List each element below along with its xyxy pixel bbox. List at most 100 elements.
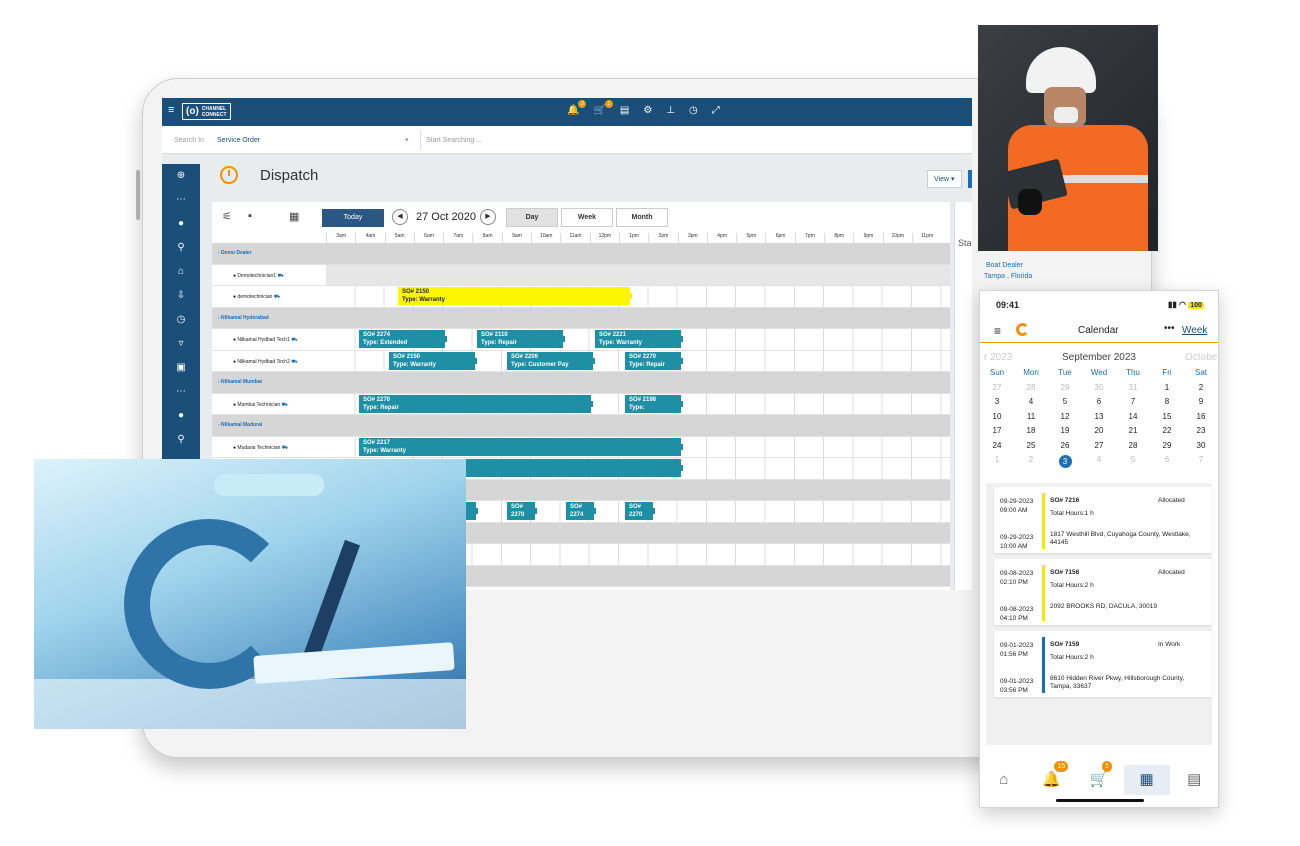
home-icon[interactable]: ⌂: [981, 765, 1027, 795]
calendar-day[interactable]: 6: [1150, 455, 1184, 468]
timeline-grid[interactable]: [326, 264, 950, 285]
inbox-icon[interactable]: ⌂: [162, 260, 200, 284]
more-icon[interactable]: •••: [1164, 323, 1175, 334]
service-order-event[interactable]: SO# 2150 Type: Warranty: [398, 287, 632, 305]
document-icon[interactable]: ▤: [1171, 765, 1217, 795]
calendar-day[interactable]: 17: [980, 426, 1014, 435]
day-view-button[interactable]: Day: [506, 208, 558, 227]
selected-day[interactable]: 3: [1058, 455, 1072, 468]
calendar-day[interactable]: 29: [1150, 441, 1184, 450]
calendar-day[interactable]: 12: [1048, 412, 1082, 421]
expand-icon[interactable]: ⤢: [712, 105, 720, 116]
search-scope-select[interactable]: Service Order: [217, 137, 260, 144]
appointment-card[interactable]: 09-01-2023 01:56 PM 09-01-2023 03:56 PM SO# …: [994, 631, 1212, 697]
calendar-day[interactable]: 29: [1048, 383, 1082, 392]
upload-icon[interactable]: ⊥: [666, 105, 675, 116]
calendar-icon[interactable]: ▦: [1123, 765, 1170, 795]
calendar-day[interactable]: 7: [1184, 455, 1218, 468]
calendar-day[interactable]: 18: [1014, 426, 1048, 435]
next-day-button[interactable]: ▶: [480, 209, 496, 225]
today-button[interactable]: Today: [322, 209, 384, 227]
settings-sliders-icon[interactable]: ⚟: [222, 210, 232, 223]
calendar-day[interactable]: 27: [1082, 441, 1116, 450]
calendar-day[interactable]: 5: [1116, 455, 1150, 468]
prev-day-button[interactable]: ◀: [392, 209, 408, 225]
calendar-day[interactable]: 10: [980, 412, 1014, 421]
service-order-event[interactable]: SO# 2110 Type: Repair: [477, 330, 565, 348]
calendar-day[interactable]: 28: [1014, 383, 1048, 392]
cart-icon[interactable]: 🛒 1: [593, 100, 613, 116]
week-link[interactable]: Week: [1182, 325, 1207, 336]
bell-icon[interactable]: 🔔 2: [567, 100, 587, 116]
calendar-day[interactable]: 3: [980, 397, 1014, 406]
search-input[interactable]: Start Searching ...: [426, 137, 482, 144]
next-month-peek[interactable]: Octobe: [1185, 352, 1217, 363]
calendar-day[interactable]: 16: [1184, 412, 1218, 421]
calendar-day[interactable]: 19: [1048, 426, 1082, 435]
calendar-day[interactable]: 2: [1014, 455, 1048, 468]
calendar-icon[interactable]: ▦: [289, 210, 299, 223]
view-dropdown-button[interactable]: View ▾: [927, 170, 962, 188]
hamburger-icon[interactable]: ≡: [168, 104, 174, 116]
add-icon-2[interactable]: ●: [162, 404, 200, 428]
calendar-day[interactable]: 11: [1014, 412, 1048, 421]
calendar-day[interactable]: 30: [1082, 383, 1116, 392]
calendar-day[interactable]: 31: [1116, 383, 1150, 392]
calendar-day[interactable]: 25: [1014, 441, 1048, 450]
save-icon[interactable]: ▪: [248, 210, 252, 222]
more-icon[interactable]: ⋯: [162, 188, 200, 212]
service-order-event[interactable]: SO# 2217Type: Warranty: [359, 437, 683, 456]
search-icon[interactable]: ⚲: [162, 236, 200, 260]
calendar-day[interactable]: 20: [1082, 426, 1116, 435]
add-icon[interactable]: ●: [162, 212, 200, 236]
appointment-card[interactable]: 09-08-2023 02:10 PM 09-08-2023 04:10 PM SO# …: [994, 559, 1212, 625]
service-order-event[interactable]: SO# 2198 Type:: [625, 394, 683, 413]
login-icon[interactable]: ⊕: [162, 164, 200, 188]
download-icon[interactable]: ⇩: [162, 284, 200, 308]
calendar-day[interactable]: 26: [1048, 441, 1082, 450]
appointment-card[interactable]: 09-29-2023 09:00 AM 09-29-2023 10:00 AM SO# …: [994, 487, 1212, 553]
clock-icon[interactable]: ◷: [689, 105, 698, 116]
report-icon[interactable]: ▣: [162, 356, 200, 380]
printer-icon[interactable]: ▤: [620, 105, 629, 116]
calendar-day[interactable]: 8: [1150, 397, 1184, 406]
service-order-event[interactable]: SO# 2270 Type: Repair: [625, 351, 683, 370]
service-order-event[interactable]: SO# 2274 Type: Extended: [359, 330, 447, 348]
service-order-event[interactable]: SO# 2206 Type: Customer Pay: [507, 351, 595, 370]
calendar-day[interactable]: 22: [1150, 426, 1184, 435]
gear-icon[interactable]: ⚙: [643, 105, 652, 116]
calendar-day[interactable]: 24: [980, 441, 1014, 450]
calendar-day[interactable]: 14: [1116, 412, 1150, 421]
calendar-day[interactable]: 7: [1116, 397, 1150, 406]
calendar-day[interactable]: 9: [1184, 397, 1218, 406]
calendar-day[interactable]: 1: [1150, 383, 1184, 392]
calendar-day[interactable]: 1: [980, 455, 1014, 468]
hamburger-icon[interactable]: ≡: [994, 324, 1001, 338]
calendar-day[interactable]: 5: [1048, 397, 1082, 406]
more-icon-2[interactable]: ⋯: [162, 380, 200, 404]
cart-icon[interactable]: 🛒 1: [1076, 761, 1122, 795]
calendar-day[interactable]: 15: [1150, 412, 1184, 421]
service-order-event[interactable]: SO# 2274: [566, 502, 596, 520]
clock-icon[interactable]: ◷: [162, 308, 200, 332]
calendar-day[interactable]: 2: [1184, 383, 1218, 392]
service-order-event[interactable]: SO# 2221 Type: Warranty: [595, 330, 683, 348]
filter-icon[interactable]: ▿: [162, 332, 200, 356]
calendar-day[interactable]: 6: [1082, 397, 1116, 406]
calendar-day[interactable]: 30: [1184, 441, 1218, 450]
calendar-day[interactable]: 23: [1184, 426, 1218, 435]
calendar-day[interactable]: 4: [1014, 397, 1048, 406]
calendar-day[interactable]: 3: [1048, 455, 1082, 468]
month-view-button[interactable]: Month: [616, 208, 668, 227]
chevron-down-icon[interactable]: ▾: [405, 136, 409, 144]
service-order-event[interactable]: SO# 2270 Type: Repair: [359, 394, 593, 413]
calendar-day[interactable]: 27: [980, 383, 1014, 392]
view-action-button[interactable]: [968, 170, 972, 188]
service-order-event[interactable]: SO# 2150 Type: Warranty: [389, 351, 477, 370]
service-order-event[interactable]: SO# 2270: [507, 502, 537, 520]
service-order-event[interactable]: SO# 2270: [625, 502, 655, 520]
search-icon-2[interactable]: ⚲: [162, 428, 200, 452]
calendar-day[interactable]: 4: [1082, 455, 1116, 468]
calendar-day[interactable]: 13: [1082, 412, 1116, 421]
calendar-day[interactable]: 28: [1116, 441, 1150, 450]
